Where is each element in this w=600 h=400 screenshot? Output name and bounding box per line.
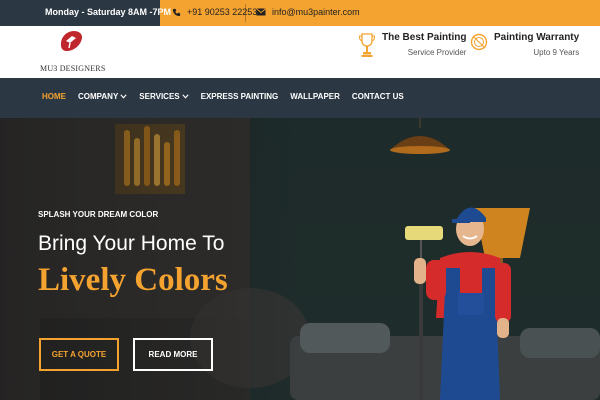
- chevron-down-icon: [182, 94, 189, 99]
- get-a-quote-button[interactable]: GET A QUOTE: [39, 338, 119, 371]
- feature-best-painting: The Best Painting Service Provider: [358, 32, 466, 64]
- nav-item-express-painting[interactable]: EXPRESS PAINTING: [201, 92, 279, 101]
- hero-headline: Bring Your Home To: [38, 232, 225, 255]
- read-more-button[interactable]: READ MORE: [133, 338, 213, 371]
- feature-warranty: Painting Warranty Upto 9 Years: [470, 32, 579, 57]
- hero-banner: SPLASH YOUR DREAM COLOR Bring Your Home …: [0, 118, 600, 400]
- site-header: MU3 DESIGNERS The Best Painting Service …: [0, 26, 600, 78]
- nav-item-label: WALLPAPER: [290, 92, 340, 101]
- nav-item-label: CONTACT US: [351, 92, 404, 101]
- hero-headline-accent: Lively Colors: [38, 262, 228, 298]
- main-navigation: HOME COMPANY SERVICES EXPRESS PAINTING W…: [0, 78, 600, 118]
- nav-item-company[interactable]: COMPANY: [78, 92, 127, 101]
- site-logo[interactable]: MU3 DESIGNERS: [40, 28, 110, 76]
- chevron-down-icon: [120, 94, 127, 99]
- brand-name: MU3 DESIGNERS: [40, 64, 106, 73]
- divider: [245, 4, 246, 22]
- nav-item-label: SERVICES: [139, 92, 180, 101]
- top-info-bar: Monday - Saturday 8AM -7PM +91 90253 222…: [0, 0, 600, 26]
- feature-subtitle: Upto 9 Years: [533, 48, 580, 57]
- nav-item-services[interactable]: SERVICES: [139, 92, 189, 101]
- feature-title: The Best Painting: [382, 32, 467, 43]
- trophy-icon: [358, 33, 376, 57]
- nav-item-wallpaper[interactable]: WALLPAPER: [290, 92, 340, 101]
- nav-item-label: HOME: [42, 92, 66, 101]
- nav-item-home[interactable]: HOME: [42, 92, 66, 101]
- phone-icon: [172, 8, 181, 16]
- email-address[interactable]: info@mu3painter.com: [272, 7, 360, 17]
- nav-item-label: EXPRESS PAINTING: [200, 92, 279, 101]
- nav-item-contact-us[interactable]: CONTACT US: [352, 92, 404, 101]
- feature-title: Painting Warranty: [494, 32, 580, 43]
- phone-number[interactable]: +91 90253 22253: [187, 7, 257, 17]
- mail-icon: [256, 8, 266, 16]
- business-hours: Monday - Saturday 8AM -7PM: [45, 7, 172, 17]
- logo-mark-icon: [60, 31, 82, 52]
- nav-item-label: COMPANY: [78, 92, 119, 101]
- email-contact[interactable]: info@mu3painter.com: [256, 7, 360, 17]
- badge-icon: [470, 33, 488, 51]
- feature-subtitle: Service Provider: [407, 48, 467, 57]
- hero-eyebrow: SPLASH YOUR DREAM COLOR: [38, 210, 159, 219]
